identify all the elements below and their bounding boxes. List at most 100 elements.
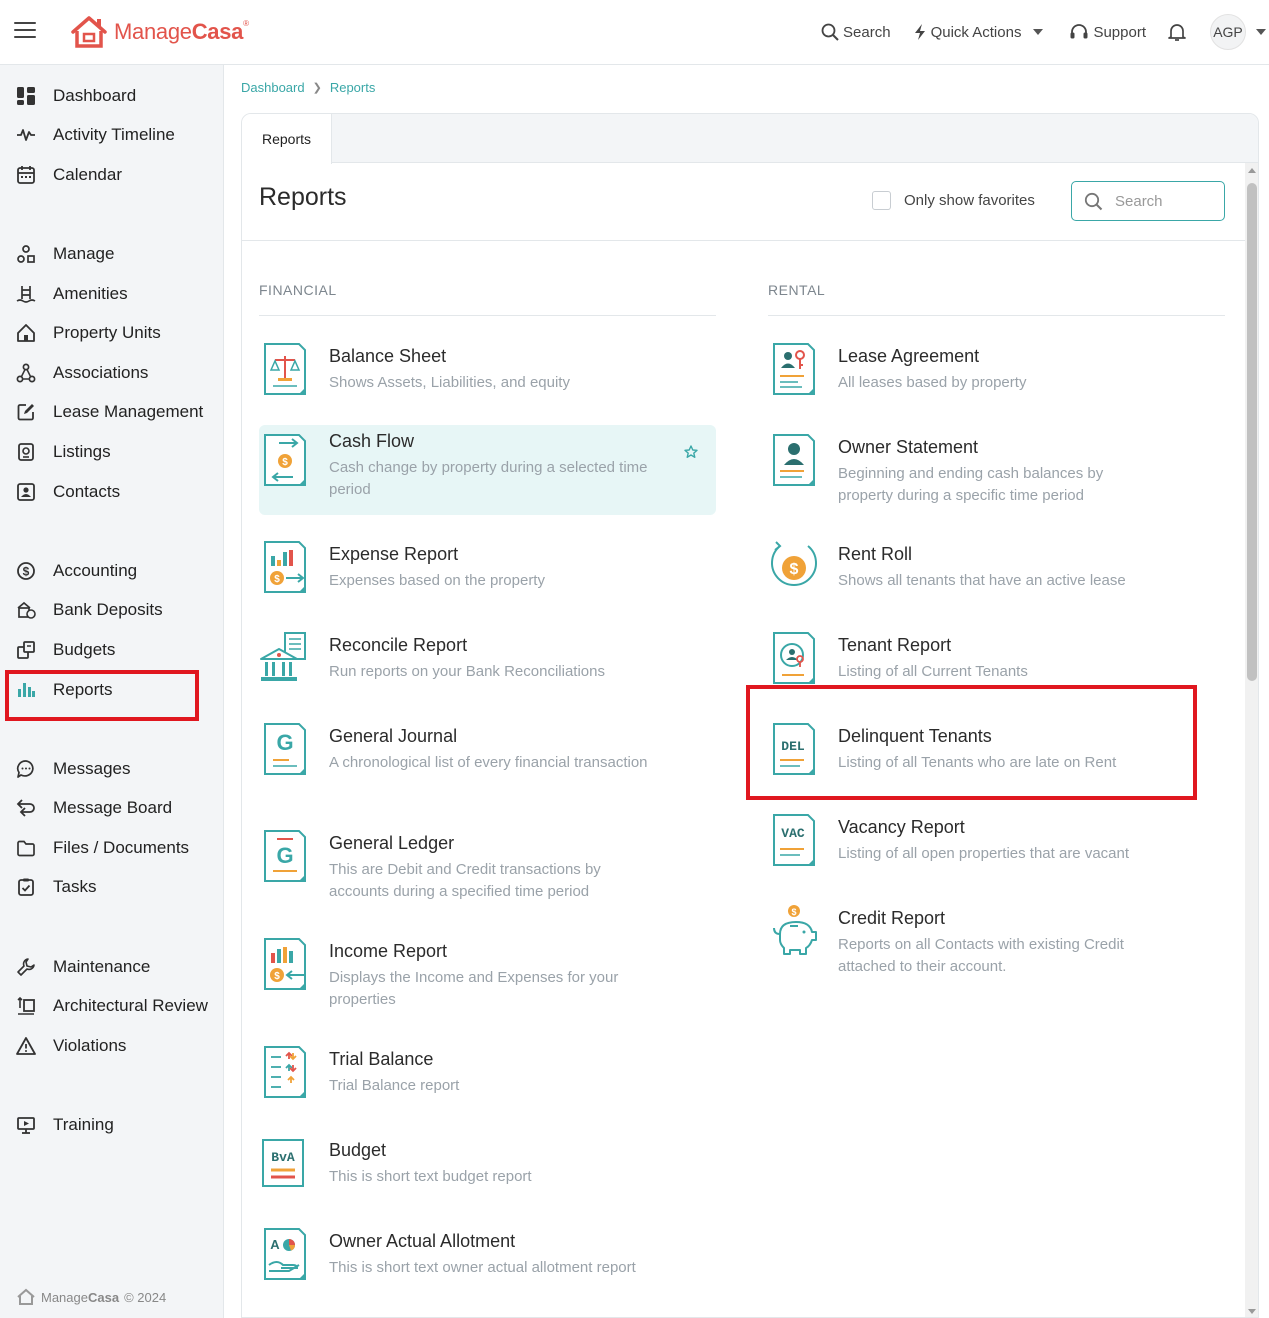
report-lease-agreement[interactable]: Lease Agreement All leases based by prop… <box>768 340 1225 404</box>
report-description: Cash change by property during a selecte… <box>329 459 648 498</box>
report-title: Trial Balance <box>329 1049 434 1069</box>
rental-divider <box>768 315 1225 316</box>
favorites-filter[interactable]: Only show favorites <box>872 191 1035 210</box>
report-description: Shows Assets, Liabilities, and equity <box>329 374 570 391</box>
report-cash-flow[interactable]: $ Cash Flow Cash change by property duri… <box>259 425 716 515</box>
headset-icon <box>1070 24 1088 39</box>
report-general-journal[interactable]: G General Journal A chronological list o… <box>259 720 716 810</box>
sidebar-item-listings[interactable]: Listings <box>0 434 224 470</box>
report-income-report[interactable]: $ Income Report Displays the Income and … <box>259 935 716 1025</box>
report-rent-roll[interactable]: $ Rent Roll Shows all tenants that have … <box>768 538 1225 602</box>
owner-statement-icon <box>773 434 815 486</box>
budget-icon: BvA <box>262 1139 304 1187</box>
report-title: Owner Statement <box>838 437 979 457</box>
breadcrumb: Dashboard ❯ Reports <box>241 80 375 95</box>
quick-actions-button[interactable]: Quick Actions <box>913 23 1048 41</box>
breadcrumb-reports[interactable]: Reports <box>330 80 376 95</box>
amenities-icon <box>16 284 36 304</box>
scroll-down-arrow-icon[interactable] <box>1248 1309 1256 1314</box>
search-icon <box>821 23 839 41</box>
report-reconcile-report[interactable]: Reconcile Report Run reports on your Ban… <box>259 629 716 693</box>
sidebar-item-label: Manage <box>53 244 115 263</box>
sidebar-item-messages[interactable]: Messages <box>0 751 224 787</box>
sidebar-item-files-documents[interactable]: Files / Documents <box>0 830 224 866</box>
favorites-checkbox[interactable] <box>872 191 891 210</box>
architectural-icon <box>16 996 36 1016</box>
sidebar-item-property-units[interactable]: Property Units <box>0 315 224 351</box>
report-description: Beginning and ending cash balances by pr… <box>838 465 1104 504</box>
bank-deposits-icon <box>16 600 36 620</box>
dollar-icon: $ <box>16 561 36 581</box>
report-trial-balance[interactable]: Trial Balance Trial Balance report <box>259 1043 716 1107</box>
chat-icon <box>16 759 36 779</box>
page-title: Reports <box>259 183 347 211</box>
sidebar-item-label: Activity Timeline <box>53 125 175 144</box>
tab-bar: Reports <box>242 114 1258 164</box>
sidebar-item-budgets[interactable]: Budgets <box>0 632 224 668</box>
hamburger-menu-icon[interactable] <box>14 22 36 40</box>
sidebar-item-accounting[interactable]: $ Accounting <box>0 553 224 589</box>
sidebar-item-violations[interactable]: Violations <box>0 1028 224 1064</box>
report-title: Cash Flow <box>329 431 415 451</box>
scroll-thumb[interactable] <box>1247 183 1257 681</box>
sidebar-item-label: Messages <box>53 759 131 778</box>
house-logo-icon <box>71 16 107 48</box>
trial-balance-icon <box>264 1046 306 1098</box>
avatar[interactable]: AGP <box>1210 14 1246 50</box>
sidebar-item-bank-deposits[interactable]: Bank Deposits <box>0 592 224 628</box>
sidebar-item-amenities[interactable]: Amenities <box>0 276 224 312</box>
contacts-icon <box>16 482 36 502</box>
sidebar-item-maintenance[interactable]: Maintenance <box>0 949 224 985</box>
report-balance-sheet[interactable]: Balance Sheet Shows Assets, Liabilities,… <box>259 340 716 404</box>
scrollbar[interactable] <box>1245 163 1258 1317</box>
report-description: This is short text budget report <box>329 1168 532 1185</box>
report-description: Reports on all Contacts with existing Cr… <box>838 936 1124 975</box>
report-general-ledger[interactable]: G General Ledger This are Debit and Cred… <box>259 827 716 917</box>
svg-text:$: $ <box>274 971 280 982</box>
account-chevron-down-icon[interactable] <box>1256 29 1266 35</box>
sidebar-item-training[interactable]: Training <box>0 1107 224 1143</box>
report-description: Listing of all open properties that are … <box>838 845 1130 862</box>
breadcrumb-dashboard[interactable]: Dashboard <box>241 80 305 95</box>
report-title: Budget <box>329 1140 387 1160</box>
sidebar-item-calendar[interactable]: Calendar <box>0 157 224 193</box>
report-search-box[interactable] <box>1071 181 1225 221</box>
lightning-icon <box>914 24 925 40</box>
sidebar-item-message-board[interactable]: Message Board <box>0 790 224 826</box>
report-tenant-report[interactable]: Tenant Report Listing of all Current Ten… <box>768 629 1225 693</box>
brand-logo[interactable]: ManageCasa® <box>70 14 249 50</box>
sidebar-item-tasks[interactable]: Tasks <box>0 869 224 905</box>
report-expense-report[interactable]: $ Expense Report Expenses based on the p… <box>259 538 716 602</box>
report-title: Reconcile Report <box>329 635 468 655</box>
report-budget[interactable]: BvA Budget This is short text budget rep… <box>259 1134 716 1198</box>
sidebar-item-label: Property Units <box>53 323 161 342</box>
lease-edit-icon <box>16 402 36 422</box>
search-input[interactable] <box>1115 192 1215 210</box>
reports-highlight-box <box>5 670 199 721</box>
report-owner-actual-allotment[interactable]: A Owner Actual Allotment This is short t… <box>259 1225 716 1315</box>
report-credit-report[interactable]: $ Credit Report Reports on all Contacts … <box>768 902 1225 992</box>
sidebar-item-manage[interactable]: Manage <box>0 236 224 272</box>
sidebar-item-contacts[interactable]: Contacts <box>0 474 224 510</box>
sidebar-item-label: Calendar <box>53 165 122 184</box>
scroll-up-arrow-icon[interactable] <box>1248 168 1256 173</box>
sidebar-item-associations[interactable]: Associations <box>0 355 224 391</box>
favorite-star-icon[interactable] <box>684 445 698 459</box>
financial-divider <box>259 315 716 316</box>
sidebar-item-label: Bank Deposits <box>53 600 163 619</box>
report-owner-statement[interactable]: Owner Statement Beginning and ending cas… <box>768 431 1225 521</box>
notifications-button[interactable] <box>1168 22 1190 42</box>
svg-text:BvA: BvA <box>271 1150 295 1165</box>
report-title: Expense Report <box>329 544 459 564</box>
support-button[interactable]: Support <box>1069 23 1146 41</box>
report-description: Expenses based on the property <box>329 572 545 589</box>
dashboard-icon <box>16 86 36 106</box>
search-button[interactable]: Search <box>821 23 891 41</box>
tab-reports[interactable]: Reports <box>242 114 332 164</box>
report-vacancy-report[interactable]: VAC Vacancy Report Listing of all open p… <box>768 811 1225 875</box>
svg-text:G: G <box>276 843 293 868</box>
sidebar-item-dashboard[interactable]: Dashboard <box>0 78 224 114</box>
sidebar-item-activity-timeline[interactable]: Activity Timeline <box>0 117 224 153</box>
sidebar-item-lease-management[interactable]: Lease Management <box>0 394 224 430</box>
sidebar-item-architectural-review[interactable]: Architectural Review <box>0 988 224 1024</box>
